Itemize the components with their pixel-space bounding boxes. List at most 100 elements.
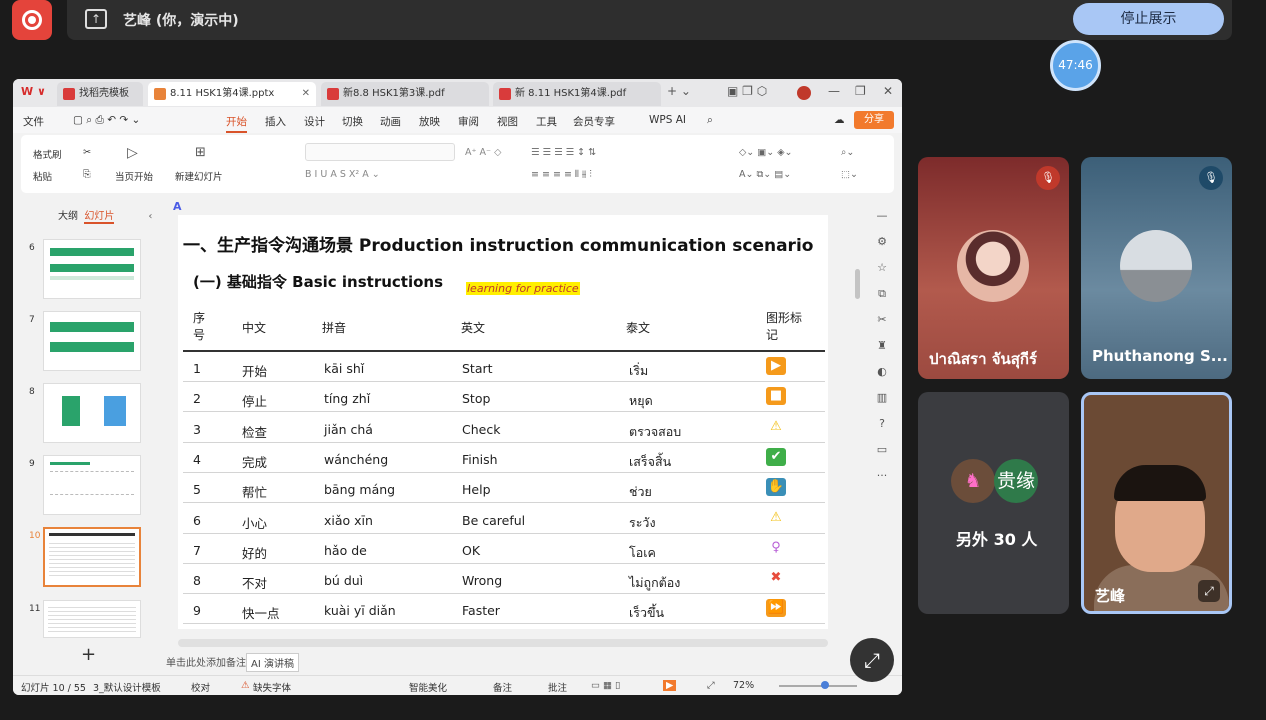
screen-share-icon: ↑	[85, 9, 107, 29]
menu-review[interactable]: 审阅	[458, 114, 479, 129]
window-icons[interactable]: ▣ ❐ ⬡	[727, 84, 767, 98]
others-tile[interactable]: ♞ 贵缘 另外 30 人	[918, 392, 1069, 614]
zoom-slider-handle[interactable]	[821, 681, 829, 689]
tab-pdf-2[interactable]: 新 8.11 HSK1第4课.pdf	[493, 82, 661, 106]
record-button[interactable]	[12, 0, 52, 40]
panel-tabs: 大纲 幻灯片 ‹	[58, 207, 152, 224]
minus-icon[interactable]: —	[875, 209, 889, 223]
font-name-select[interactable]	[305, 143, 455, 161]
close-icon[interactable]: ✕	[883, 84, 893, 98]
text-style-icons[interactable]: B I U A S X² A ⌄	[305, 169, 380, 180]
doc-icon	[63, 88, 75, 100]
menu-design[interactable]: 设计	[304, 114, 325, 129]
tab-pptx[interactable]: 8.11 HSK1第4课.pptx ✕	[148, 82, 316, 106]
missing-font-button[interactable]: 缺失字体	[253, 680, 291, 694]
new-slide-button[interactable]: 新建幻灯片	[175, 169, 223, 183]
avatar	[957, 230, 1029, 302]
comments-button[interactable]: 批注	[548, 680, 567, 694]
stop-presenting-button[interactable]: 停止展示	[1073, 3, 1224, 35]
tab-outline[interactable]: 大纲	[58, 211, 78, 222]
font-size-icons[interactable]: A⁺ A⁻ ◇	[465, 147, 501, 158]
menu-animation[interactable]: 动画	[380, 114, 401, 129]
tools-icon[interactable]: ✂	[875, 313, 889, 327]
shape-icons[interactable]: ◇⌄ ▣⌄ ◈⌄	[739, 147, 793, 158]
collapse-panel-icon[interactable]: ‹	[148, 211, 152, 222]
vertical-scrollbar[interactable]	[853, 199, 863, 639]
notes-button[interactable]: 备注	[493, 680, 512, 694]
stop-icon: ■	[766, 387, 786, 406]
cloud-icon[interactable]: ☁	[834, 114, 845, 126]
slide-thumbnail-selected[interactable]	[43, 527, 141, 587]
participant-tile[interactable]: 🎙 Phuthanong S...	[1081, 157, 1232, 379]
zoom-slider[interactable]	[779, 685, 857, 687]
template-name[interactable]: 3_默认设计模板	[93, 680, 161, 694]
star-icon[interactable]: ☆	[875, 261, 889, 275]
restore-icon[interactable]: ❐	[855, 84, 866, 98]
search-icon[interactable]: ⌕	[707, 114, 713, 127]
start-from-current-button[interactable]: 当页开始	[115, 169, 153, 183]
help-icon[interactable]: ?	[875, 417, 889, 431]
format-painter-button[interactable]: 格式刷	[33, 147, 62, 161]
comment-icon[interactable]: ▭	[875, 443, 889, 457]
settings-sliders-icon[interactable]: ⚙	[875, 235, 889, 249]
shirt-icon[interactable]: ♜	[875, 339, 889, 353]
zoom-level[interactable]: 72%	[733, 680, 754, 691]
cut-icon[interactable]: ✂	[83, 147, 91, 158]
fullscreen-button[interactable]: ⤢	[850, 638, 894, 682]
quick-tools-icon[interactable]: ▢ ⌕ ⎙ ↶ ↷ ⌄	[73, 114, 140, 127]
ai-speech-button[interactable]: AI 演讲稿	[246, 653, 299, 672]
more-icon[interactable]: ···	[875, 469, 889, 483]
thumb-number: 6	[29, 243, 35, 253]
find-icon[interactable]: ⌕⌄	[841, 147, 854, 158]
slide-thumbnail[interactable]	[43, 239, 141, 299]
tab-template[interactable]: 找稻壳模板	[57, 82, 143, 106]
align-icons[interactable]: ≡ ≡ ≡ ≡ ⫴ ⫵ ⫶	[531, 169, 592, 180]
slide-thumbnail[interactable]	[43, 455, 141, 515]
participant-tile[interactable]: 🎙 ปาณิสรา จันสุกีร์	[918, 157, 1069, 379]
add-slide-icon[interactable]: +	[81, 644, 96, 665]
arrange-icons[interactable]: A⌄ ⧉⌄ ▤⌄	[739, 169, 791, 180]
palette-icon[interactable]: ◐	[875, 365, 889, 379]
proof-button[interactable]: 校对	[191, 680, 210, 694]
cell-th: โอเค	[629, 544, 656, 560]
menu-tools[interactable]: 工具	[536, 114, 557, 129]
minimize-icon[interactable]: —	[828, 84, 840, 98]
menu-file[interactable]: 文件	[23, 114, 44, 129]
menu-transition[interactable]: 切换	[342, 114, 363, 129]
menu-member[interactable]: 会员专享	[573, 114, 615, 129]
menu-view[interactable]: 视图	[497, 114, 518, 129]
menu-wps-ai[interactable]: WPS AI	[649, 114, 686, 126]
slide-canvas[interactable]: 一、生产指令沟通场景 Production instruction commun…	[178, 215, 828, 629]
copy-layers-icon[interactable]: ⧉	[875, 287, 889, 301]
menu-home[interactable]: 开始	[226, 114, 247, 133]
slide-thumbnail[interactable]	[43, 311, 141, 371]
wps-ai-icon[interactable]: A	[173, 200, 182, 213]
paragraph-icons[interactable]: ☰ ☰ ☰ ☰ ↕ ⇅	[531, 147, 596, 158]
menu-insert[interactable]: 插入	[265, 114, 286, 129]
select-icon[interactable]: ⬚⌄	[841, 169, 858, 180]
self-video-tile[interactable]: 艺峰 ⤢	[1081, 392, 1232, 614]
beautify-button[interactable]: 智能美化	[409, 680, 447, 694]
expand-icon[interactable]: ⤢	[1198, 580, 1220, 602]
play-slideshow-icon[interactable]: ▷	[127, 145, 138, 161]
horizontal-scrollbar[interactable]	[178, 639, 828, 647]
copy-icon[interactable]: ⎘	[83, 169, 91, 180]
new-tab-icon[interactable]: + ⌄	[667, 84, 691, 98]
share-button[interactable]: 分享	[854, 111, 894, 129]
notes-placeholder[interactable]: 单击此处添加备注	[166, 654, 246, 669]
paste-button[interactable]: 粘贴	[33, 169, 52, 183]
play-icon[interactable]: ▶	[663, 680, 677, 691]
tab-slides[interactable]: 幻灯片	[84, 211, 115, 224]
avatar[interactable]	[797, 86, 811, 100]
menu-slideshow[interactable]: 放映	[419, 114, 440, 129]
close-tab-icon[interactable]: ✕	[302, 82, 310, 106]
book-icon[interactable]: ▥	[875, 391, 889, 405]
slide-thumbnail[interactable]	[43, 600, 141, 638]
fit-icon[interactable]: ⤢	[707, 680, 715, 691]
view-icons[interactable]: ▭ ▦ ▯	[591, 680, 620, 691]
header-no: 序号	[193, 311, 206, 342]
slide-thumbnail[interactable]	[43, 383, 141, 443]
cell-en: Check	[462, 421, 501, 437]
tab-pdf-1[interactable]: 新8.8 HSK1第3课.pdf	[321, 82, 489, 106]
cell-en: Wrong	[462, 573, 503, 589]
